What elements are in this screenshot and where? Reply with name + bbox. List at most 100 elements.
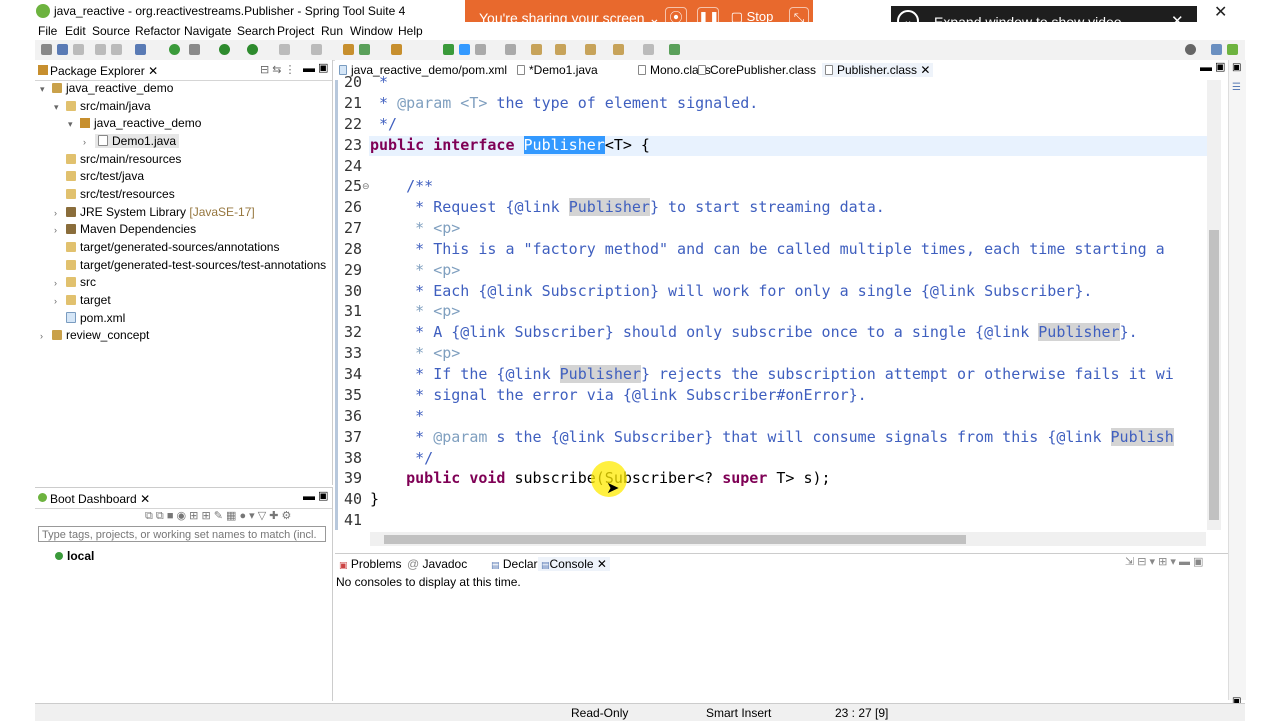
maximize-icon[interactable]: ▣ [1215, 60, 1225, 73]
new-icon[interactable] [41, 44, 52, 55]
tree-item-src-test-java[interactable]: src/test/java [54, 168, 144, 185]
window-close-icon[interactable]: ✕ [1214, 2, 1227, 22]
line-number: 26 [343, 198, 362, 216]
new-package-icon[interactable] [343, 44, 354, 55]
tree-item-src[interactable]: › src [54, 274, 96, 291]
menu-run[interactable]: Run [321, 24, 343, 38]
menu-help[interactable]: Help [398, 24, 423, 38]
tree-item-target[interactable]: › target [54, 292, 111, 309]
class-file-icon [698, 65, 706, 75]
outline-icon[interactable]: ☰ [1232, 82, 1241, 93]
tree-item-src-main-resources[interactable]: src/main/resources [54, 151, 181, 168]
tree-item-src-test-resources[interactable]: src/test/resources [54, 186, 175, 203]
next-annotation-icon[interactable] [531, 44, 542, 55]
tree-item-src-main-java[interactable]: ▾ src/main/java [54, 98, 151, 115]
prev-annotation-icon[interactable] [555, 44, 566, 55]
selected-text: Publisher [523, 136, 605, 154]
tab-publisher-class[interactable]: Publisher.class ✕ [822, 63, 934, 77]
menu-bar: File Edit Source Refactor Navigate Searc… [35, 22, 1245, 40]
skip-icon[interactable] [189, 44, 200, 55]
back-icon[interactable] [613, 44, 624, 55]
tree-item-package[interactable]: ▾ java_reactive_demo [68, 115, 201, 132]
package-explorer-tab[interactable]: Package Explorer ✕ ⊟ ⇆ ⋮ ▬ ▣ [35, 60, 332, 81]
tab-demo1-java[interactable]: *Demo1.java [517, 63, 598, 77]
console-panel: ▣ Problems @ Javadoc ▤ Declaration ▤Cons… [335, 553, 1228, 701]
package-icon [80, 118, 90, 128]
menu-edit[interactable]: Edit [65, 24, 86, 38]
pin-icon[interactable] [443, 44, 454, 55]
open-type-icon[interactable] [391, 44, 402, 55]
tab-console[interactable]: ▤Console ✕ [538, 557, 610, 571]
perspective-spring-icon[interactable] [1227, 44, 1238, 55]
close-icon[interactable]: ✕ [597, 557, 607, 571]
stop-icon[interactable] [279, 44, 290, 55]
maximize-icon[interactable]: ▣ [318, 489, 328, 502]
code-line: public interface Publisher<T> { [370, 136, 650, 154]
collapse-all-icon[interactable]: ⊟ ⇆ ⋮ [260, 63, 296, 76]
project-icon [52, 330, 62, 340]
tree-item-generated-test-sources[interactable]: target/generated-test-sources/test-annot… [54, 257, 326, 274]
status-mode: Read-Only [571, 706, 629, 720]
save-all-icon[interactable] [73, 44, 84, 55]
tree-item-jre-library[interactable]: › JRE System Library [JavaSE-17] [54, 204, 255, 221]
terminal-icon[interactable] [669, 44, 680, 55]
maximize-icon[interactable]: ▣ [318, 61, 328, 74]
new-class-icon[interactable] [359, 44, 370, 55]
external-tools-icon[interactable] [311, 44, 322, 55]
redo-icon[interactable] [111, 44, 122, 55]
run-icon[interactable] [219, 44, 230, 55]
tree-item-demo1-java[interactable]: › Demo1.java [83, 133, 180, 150]
boot-toolbar[interactable]: ⧉ ⧉ ■ ◉ ⊞ ⊞ ✎ ▦ ● ▾ ▽ ✚ ⚙ [145, 509, 291, 523]
window-title: java_reactive - org.reactivestreams.Publ… [54, 4, 406, 18]
console-toolbar[interactable]: ⇲ ⊟ ▾ ⊞ ▾ ▬ ▣ [1125, 555, 1203, 568]
vertical-scrollbar[interactable] [1207, 80, 1221, 530]
menu-source[interactable]: Source [92, 24, 130, 38]
scroll-thumb[interactable] [384, 535, 966, 544]
tree-item-project[interactable]: ▾ java_reactive_demo [40, 80, 173, 97]
menu-file[interactable]: File [38, 24, 57, 38]
package-explorer-title: Package Explorer ✕ [50, 64, 159, 78]
library-icon [66, 207, 76, 217]
local-target[interactable]: local [55, 549, 94, 563]
tab-javadoc[interactable]: @ Javadoc [407, 557, 467, 571]
spring-logo-icon [36, 4, 50, 18]
tab-pom-xml[interactable]: java_reactive_demo/pom.xml [339, 63, 507, 77]
menu-search[interactable]: Search [237, 24, 275, 38]
save-icon[interactable] [57, 44, 68, 55]
scroll-thumb[interactable] [1209, 230, 1219, 520]
block-selection-icon[interactable] [475, 44, 486, 55]
minimize-icon[interactable]: ▬ [1200, 60, 1212, 74]
debug-icon[interactable] [169, 44, 180, 55]
tab-problems[interactable]: ▣ Problems [339, 557, 402, 571]
console-icon[interactable] [135, 44, 146, 55]
menu-project[interactable]: Project [277, 24, 314, 38]
run-last-icon[interactable] [247, 44, 258, 55]
menu-navigate[interactable]: Navigate [184, 24, 231, 38]
horizontal-scrollbar[interactable] [370, 532, 1206, 546]
tree-item-generated-sources[interactable]: target/generated-sources/annotations [54, 239, 279, 256]
tab-corepublisher-class[interactable]: CorePublisher.class [698, 63, 816, 77]
last-edit-icon[interactable] [585, 44, 596, 55]
boot-dashboard-tab[interactable]: Boot Dashboard ✕ ▬ ▣ [35, 488, 332, 509]
show-whitespace-icon[interactable] [505, 44, 516, 55]
minimize-icon[interactable]: ▬ [303, 61, 315, 75]
tree-item-pom-xml[interactable]: pom.xml [54, 310, 125, 327]
toggle-mark-icon[interactable] [459, 44, 470, 55]
close-icon[interactable]: ✕ [148, 64, 158, 78]
minimize-icon[interactable]: ▣ [1232, 62, 1241, 73]
perspective-java-icon[interactable] [1211, 44, 1222, 55]
fold-icon[interactable]: ⊖ [362, 181, 370, 192]
boot-filter-input[interactable]: Type tags, projects, or working set name… [38, 526, 326, 542]
close-icon[interactable]: ✕ [920, 63, 930, 77]
search-icon[interactable] [1185, 44, 1196, 55]
tree-item-review-concept[interactable]: › review_concept [40, 327, 149, 344]
close-icon[interactable]: ✕ [140, 492, 150, 506]
status-cursor-position: 23 : 27 [9] [835, 706, 889, 720]
forward-icon[interactable] [643, 44, 654, 55]
tree-item-maven-deps[interactable]: › Maven Dependencies [54, 221, 196, 238]
menu-window[interactable]: Window [350, 24, 393, 38]
undo-icon[interactable] [95, 44, 106, 55]
menu-refactor[interactable]: Refactor [135, 24, 180, 38]
minimize-icon[interactable]: ▬ [303, 489, 315, 503]
line-number: 21 [343, 94, 362, 112]
